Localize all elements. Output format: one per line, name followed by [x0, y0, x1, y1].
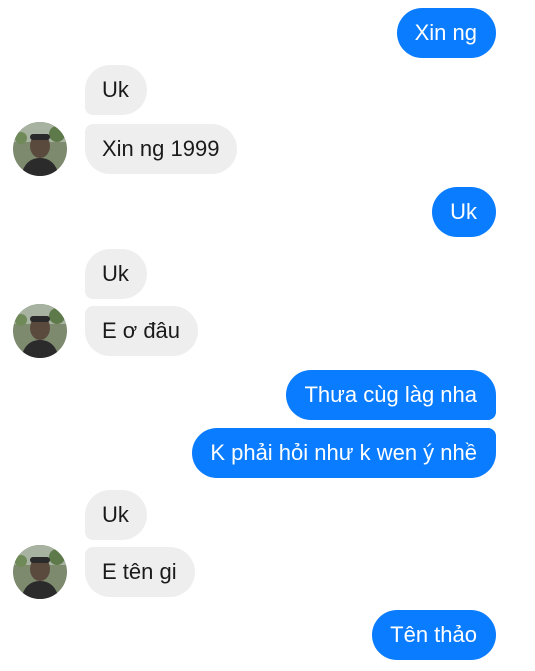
contact-avatar[interactable] [13, 122, 67, 176]
incoming-message[interactable]: Uk [85, 65, 147, 115]
chat-thread: Xin ng Uk Xin ng 1999 Uk Uk E ơ đâu Thưa… [0, 0, 535, 671]
outgoing-message[interactable]: Tên thảo [372, 610, 496, 660]
profile-photo-icon [13, 122, 67, 176]
incoming-message[interactable]: E ơ đâu [85, 306, 199, 356]
incoming-message[interactable]: Xin ng 1999 [85, 124, 238, 174]
incoming-message[interactable]: Uk [85, 490, 147, 540]
outgoing-message[interactable]: K phải hỏi như k wen ý nhề [192, 428, 496, 478]
profile-photo-icon [13, 304, 67, 358]
contact-avatar[interactable] [13, 545, 67, 599]
profile-photo-icon [13, 545, 67, 599]
outgoing-message[interactable]: Thưa cùg làg nha [286, 370, 496, 420]
incoming-message[interactable]: E tên gi [85, 547, 195, 597]
contact-avatar[interactable] [13, 304, 67, 358]
outgoing-message[interactable]: Uk [432, 187, 496, 237]
outgoing-message[interactable]: Xin ng [396, 8, 496, 58]
incoming-message[interactable]: Uk [85, 249, 147, 299]
